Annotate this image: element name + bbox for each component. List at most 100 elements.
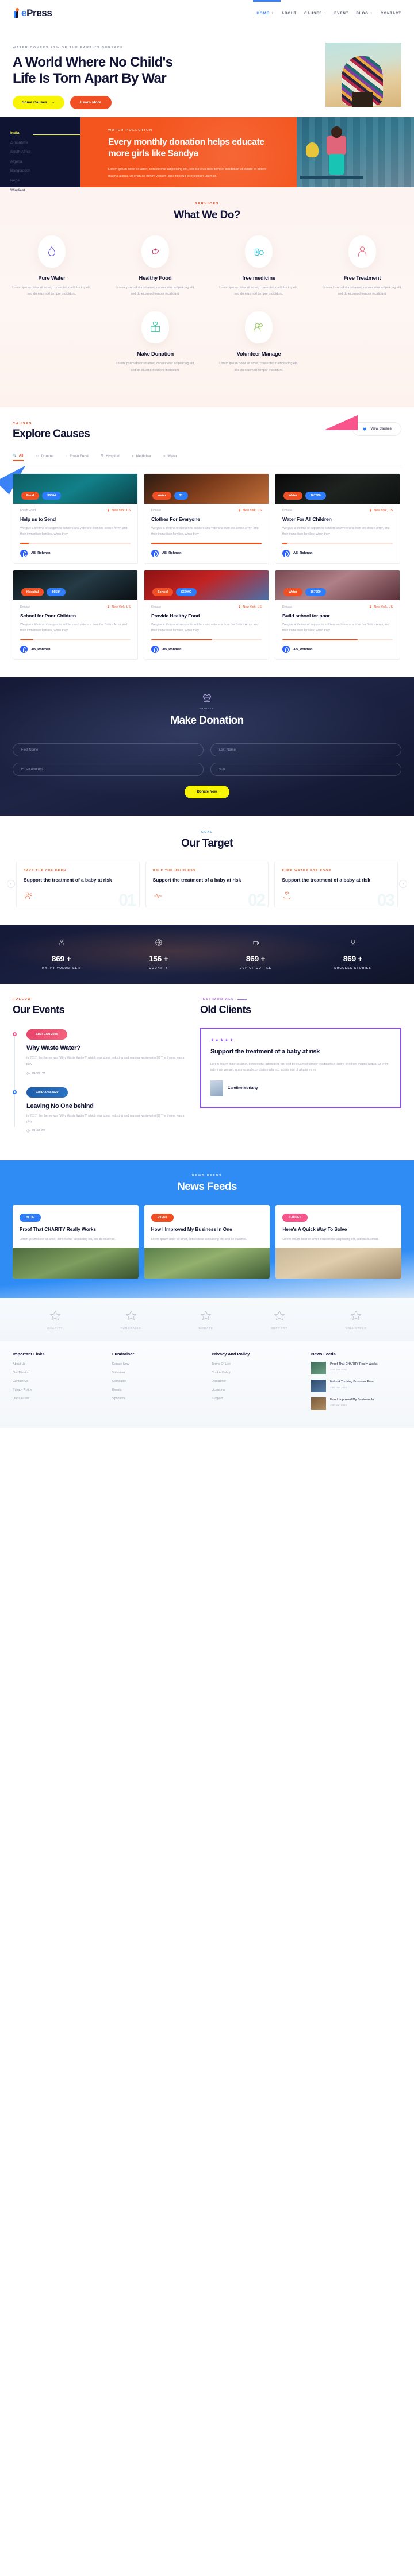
cause-image: School $67000 [144,570,269,600]
footer-link[interactable]: Cookie Policy [212,1370,302,1376]
event-item[interactable]: 23RD JAN 2020 Leaving No One behind In 2… [13,1086,185,1133]
country-item[interactable]: South Africa [10,150,80,154]
email-input[interactable] [13,763,204,777]
country-list: India Zimbabwe South Africa Algeria Banglade… [0,117,80,192]
footer-link[interactable]: Campaign [112,1379,202,1384]
footer-link[interactable]: Contact Us [13,1379,103,1384]
country-item[interactable]: Algeria [10,160,80,164]
event-item[interactable]: 31ST JAN 2020 Why Waste Water? In 2017, … [13,1028,185,1075]
partner-logo-4[interactable]: SUPPORT [271,1310,288,1330]
country-item[interactable]: Nepal [10,179,80,183]
service-card[interactable]: Make Donation Lorem ipsum dolor sit amet… [103,311,207,373]
location-pin-icon [108,509,110,512]
target-kicker: PURE WATER FOR POOR [282,869,332,873]
target-card[interactable]: PURE WATER FOR POOR Support the treatmen… [274,862,398,908]
partner-logo-5[interactable]: VOLUNTEER [346,1310,367,1330]
footer-link[interactable]: Our Mission [13,1370,103,1376]
cause-pills: Water $1 [152,491,188,500]
service-card[interactable]: Pure Water Lorem ipsum dolor sit amet, c… [0,235,103,298]
footer-news-item[interactable]: How I Improved My Business In 15th Jan 2… [311,1397,401,1410]
cause-card[interactable]: School $67000 Donate New York, US Provid… [144,569,269,661]
partner-logo-1[interactable]: CHARITY [47,1310,63,1330]
logo-mark-icon [13,7,21,18]
news-card[interactable]: CAUSES Here's A Quick Way To Solve Lorem… [275,1204,402,1279]
amount-input[interactable] [210,763,401,777]
service-card[interactable]: Free Treatment Lorem ipsum dolor sit ame… [310,235,414,298]
search-icon: 🔍 [13,454,17,458]
tab-all[interactable]: 🔍 All [13,454,24,461]
service-title: Healthy Food [139,275,172,281]
donate-now-button[interactable]: Donate Now [184,786,230,799]
footer-link[interactable]: Volunteer [112,1370,202,1376]
footer-news-item[interactable]: Make A Thriving Business From 23rd Jan 2… [311,1379,401,1392]
country-item[interactable]: Bangladesh [10,169,80,173]
cause-card[interactable]: Hospital $6584 Donate New York, US Schoo… [13,569,138,661]
cause-category: Donate [151,605,162,609]
tab-label: Water [167,454,177,458]
target-card[interactable]: HELP THE HELPLESS Support the treatment … [145,862,269,908]
site-logo[interactable]: e Press [13,7,52,19]
cause-card[interactable]: Water $67000 Donate New York, US Build s… [275,569,400,661]
nav-item-contact[interactable]: CONTACT [381,11,401,16]
cause-author: AB_Rohman [282,549,393,557]
service-card[interactable]: free medicine Lorem ipsum dolor sit amet… [207,235,310,298]
footer-link[interactable]: About Us [13,1362,103,1367]
footer-link[interactable]: Terms Of Use [212,1362,302,1367]
cause-text: We give a lifetime of support to soldier… [20,623,128,633]
footer-news-thumb [311,1379,326,1392]
service-card[interactable]: Volunteer Manage Lorem ipsum dolor sit a… [207,311,310,373]
tab-donate[interactable]: ♡ Donate [36,454,53,461]
author-name: AB_Rohman [162,551,182,555]
footer-link[interactable]: Donate Now [112,1362,202,1367]
cause-meta: Donate New York, US [282,605,393,609]
partner-logo-3[interactable]: DONATE [199,1310,213,1330]
country-item[interactable]: Windiest [10,188,80,192]
partners-strip: CHARITY FUNDRAISE DONATE SUPPORT VOLUNTE… [0,1297,414,1341]
nav-label: EVENT [334,11,349,16]
location-pin-icon [239,605,241,608]
partner-logo-2[interactable]: FUNDRAISE [121,1310,141,1330]
tab-label: Donate [41,454,53,458]
nav-item-causes[interactable]: CAUSES + [304,11,327,16]
counter-value: 869 + [343,954,363,964]
footer-link[interactable]: Our Causes [13,1396,103,1401]
doll-shape [306,142,319,157]
cause-body: Donate New York, US Provide Healthy Food… [144,600,269,660]
cause-card[interactable]: Food $6584 Fresh Food New York, US Help … [13,473,138,564]
nav-item-home[interactable]: HOME + [256,11,274,16]
tab-hospital[interactable]: ⛨ Hospital [101,454,120,461]
footer-link-list: Donate Now Volunteer Campaign Events Sponsor… [112,1362,202,1402]
nav-item-blog[interactable]: BLOG + [356,11,373,16]
nav-item-event[interactable]: EVENT [334,11,348,16]
footer-link[interactable]: Privacy Policy [13,1388,103,1393]
news-card[interactable]: BLOG Proof That CHARITY Really Works Lor… [13,1204,139,1279]
news-card[interactable]: EVENT How I Improved My Business In One … [144,1204,270,1279]
target-card[interactable]: SAVE THE CHILDREN Support the treatment … [16,862,140,908]
event-date: 23RD JAN 2020 [26,1087,68,1098]
footer-link[interactable]: Disclaimer [212,1379,302,1384]
tab-medicine[interactable]: ⚕ Medicine [132,454,151,461]
footer-link[interactable]: Licensing [212,1388,302,1393]
cause-card[interactable]: Water $67000 Donate New York, US Water F… [275,473,400,564]
footer-link[interactable]: Events [112,1388,202,1393]
first-name-input[interactable] [13,743,204,757]
some-causes-button[interactable]: Some Causes → [13,96,64,110]
tab-water[interactable]: ≈ Water [163,454,177,461]
nav-item-about[interactable]: ABOUT [282,11,297,16]
cause-card[interactable]: Water $1 Donate New York, US Clothes For… [144,473,269,564]
footer-link[interactable]: Sponsors [112,1396,202,1401]
make-donation-section: DONATE Make Donation Donate Now [0,677,414,816]
cause-category: Donate [20,605,30,609]
nav-accent-bar [253,0,281,2]
service-card[interactable]: Healthy Food Lorem ipsum dolor sit amet,… [103,235,207,298]
country-item[interactable]: Zimbabwe [10,141,80,145]
view-causes-button[interactable]: View Causes [352,422,401,436]
author-name: AB_Rohman [293,551,313,555]
last-name-input[interactable] [210,743,401,757]
footer-news-headline: Proof That CHARITY Really Works [330,1362,378,1366]
tab-fresh-food[interactable]: ⌂ Fresh Food [66,454,89,461]
footer-news-item[interactable]: Proof That CHARITY Really Works 31st Jan… [311,1361,401,1374]
learn-more-button[interactable]: Learn More [70,96,112,110]
footer-link[interactable]: Support [212,1396,302,1401]
cause-image: Water $1 [144,473,269,504]
